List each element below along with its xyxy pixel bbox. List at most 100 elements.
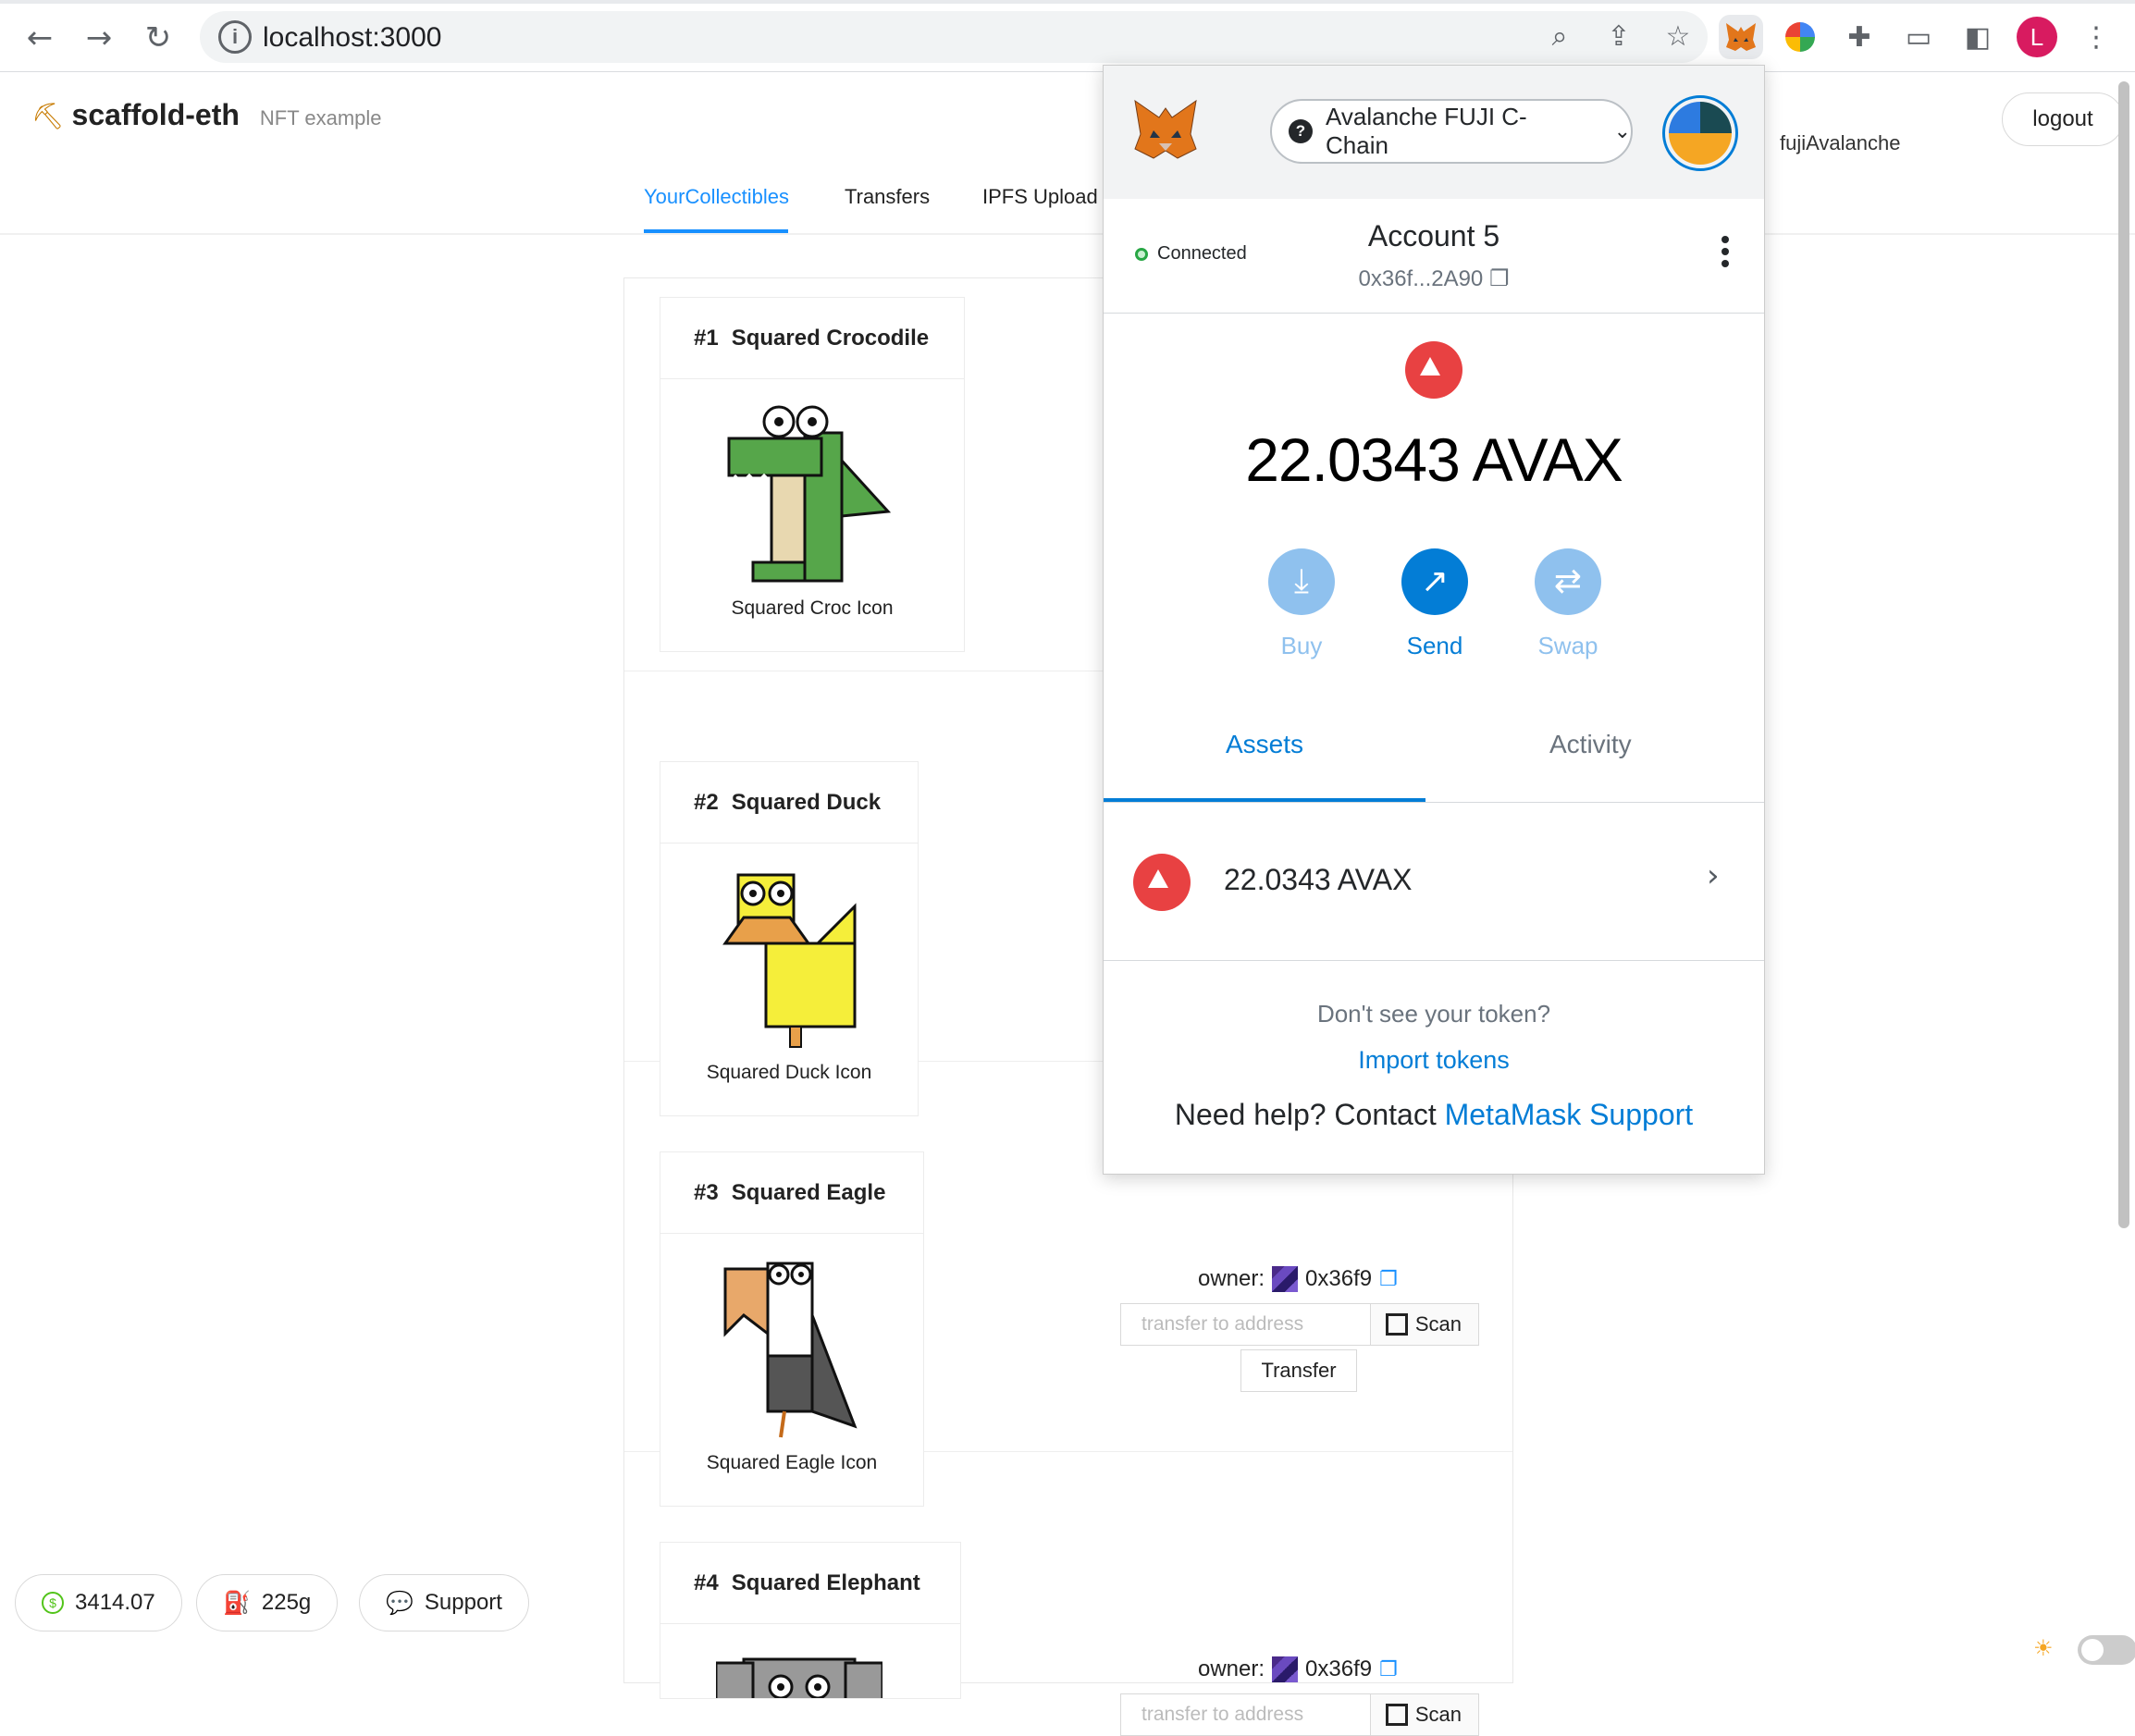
chrome-menu-icon[interactable]: ⋮ xyxy=(2074,15,2118,59)
metamask-support-link[interactable]: MetaMask Support xyxy=(1445,1098,1694,1131)
swap-button[interactable]: ⇄ Swap xyxy=(1535,548,1601,660)
eagle-image xyxy=(723,1262,858,1438)
gas-price: 225g xyxy=(261,1590,312,1615)
collectible-card: #2 Squared Duck Squared Duck Icon xyxy=(660,761,919,1116)
card-caption: Squared Duck Icon xyxy=(706,1062,872,1083)
zoom-icon[interactable]: ⌕ xyxy=(1541,18,1578,55)
scan-button[interactable]: Scan xyxy=(1370,1303,1479,1346)
swap-icon: ⇄ xyxy=(1535,548,1601,615)
download-icon: ⤓ xyxy=(1268,548,1335,615)
tab-ipfs-upload[interactable]: IPFS Upload xyxy=(982,185,1098,209)
toggle-knob xyxy=(2081,1639,2104,1661)
account-address[interactable]: 0x36f...2A90 ❐ xyxy=(1104,265,1764,292)
avax-token-icon xyxy=(1133,854,1191,911)
transfer-button[interactable]: Transfer xyxy=(1240,1349,1357,1392)
crocodile-image xyxy=(727,405,892,583)
tab-activity[interactable]: Activity xyxy=(1549,730,1632,759)
network-selector[interactable]: ? Avalanche FUJI C-Chain ⌄ xyxy=(1270,99,1633,164)
card-number: #1 xyxy=(694,325,719,351)
card-title: #3 Squared Eagle xyxy=(660,1152,923,1234)
tab-bar-divider xyxy=(1104,802,1764,803)
account-avatar[interactable] xyxy=(1662,95,1738,171)
help-text: Need help? Contact MetaMask Support xyxy=(1104,1098,1764,1132)
account-name[interactable]: Account 5 xyxy=(1104,219,1764,253)
card-image: Squared Croc Icon xyxy=(660,379,964,657)
page-scrollbar[interactable] xyxy=(2118,81,2129,1228)
reload-icon[interactable]: ↻ xyxy=(135,15,181,61)
back-icon[interactable]: ← xyxy=(17,15,63,61)
brand-name: scaffold-eth xyxy=(71,98,240,131)
extensions-puzzle-icon[interactable]: ✚ xyxy=(1837,15,1882,59)
card-caption: Squared Eagle Icon xyxy=(706,1452,878,1473)
owner-info: owner: 0x36f9 ❐ xyxy=(1198,1266,1398,1292)
crane-icon: ⛏ xyxy=(31,102,65,130)
tab-transfers[interactable]: Transfers xyxy=(845,185,930,209)
metamask-header: ? Avalanche FUJI C-Chain ⌄ xyxy=(1104,66,1764,199)
collectible-card: #3 Squared Eagle Squared Eagle Icon xyxy=(660,1151,924,1507)
network-name: Avalanche FUJI C-Chain xyxy=(1326,103,1527,159)
fuel-pump-icon: ⛽ xyxy=(223,1590,251,1616)
chevron-right-icon: › xyxy=(1707,857,1720,894)
owner-address[interactable]: 0x36f9 xyxy=(1305,1656,1372,1682)
colorful-extension-icon[interactable] xyxy=(1778,15,1822,59)
asset-amount: 22.0343 AVAX xyxy=(1224,863,1413,896)
chevron-down-icon: ⌄ xyxy=(1613,119,1632,143)
network-question-icon: ? xyxy=(1289,119,1313,143)
account-address-text: 0x36f...2A90 xyxy=(1358,266,1484,291)
copy-icon[interactable]: ❐ xyxy=(1489,265,1510,291)
transfer-address-input[interactable]: transfer to address xyxy=(1120,1693,1370,1736)
browser-toolbar: ← → ↻ i localhost:3000 ⌕ ⇪ ☆ ✚ ▭ ◧ L ⋮ xyxy=(0,0,2135,72)
network-account-label: fujiAvalanche xyxy=(1780,131,1901,154)
logout-button[interactable]: logout xyxy=(2002,92,2124,146)
asset-list-item[interactable]: 22.0343 AVAX › xyxy=(1104,806,1764,961)
url-text[interactable]: localhost:3000 xyxy=(263,22,441,54)
dont-see-token-text: Don't see your token? xyxy=(1316,1000,1551,1028)
metamask-fox-icon xyxy=(1134,99,1197,159)
gas-price-pill[interactable]: ⛽ 225g xyxy=(196,1574,339,1631)
card-number: #4 xyxy=(694,1570,719,1595)
card-image xyxy=(660,1624,960,1698)
card-title: #1 Squared Crocodile xyxy=(660,298,964,379)
balance-display: 22.0343 AVAX xyxy=(1245,425,1623,494)
copy-icon[interactable]: ❐ xyxy=(1379,1267,1398,1291)
transfer-address-input[interactable]: transfer to address xyxy=(1120,1303,1370,1346)
cast-icon[interactable]: ▭ xyxy=(1896,15,1941,59)
owner-address[interactable]: 0x36f9 xyxy=(1305,1266,1372,1292)
send-label: Send xyxy=(1406,632,1463,659)
profile-avatar[interactable]: L xyxy=(2017,17,2057,57)
owner-info: owner: 0x36f9 ❐ xyxy=(1198,1656,1398,1682)
chat-bubble-icon: 💬 xyxy=(386,1590,413,1616)
metamask-extension-icon[interactable] xyxy=(1719,15,1763,59)
address-bar[interactable]: i localhost:3000 ⌕ ⇪ ☆ xyxy=(200,11,1708,63)
sun-icon: ☀ xyxy=(2033,1635,2054,1661)
copy-icon[interactable]: ❐ xyxy=(1379,1657,1398,1681)
site-info-icon[interactable]: i xyxy=(218,20,252,54)
dapp-page: ⛏ scaffold-eth NFT example fujiAvalanche… xyxy=(0,72,2135,1736)
owner-label: owner: xyxy=(1198,1266,1265,1291)
owner-blockie xyxy=(1272,1266,1299,1292)
scan-label: Scan xyxy=(1414,1312,1462,1336)
tab-assets[interactable]: Assets xyxy=(1226,730,1303,759)
theme-toggle[interactable] xyxy=(2078,1635,2135,1665)
account-options-icon[interactable] xyxy=(1722,236,1731,273)
account-bar: Connected Account 5 0x36f...2A90 ❐ xyxy=(1104,199,1764,314)
support-button[interactable]: 💬 Support xyxy=(359,1574,529,1631)
forward-icon[interactable]: → xyxy=(76,15,122,61)
buy-label: Buy xyxy=(1280,632,1323,659)
bookmark-star-icon[interactable]: ☆ xyxy=(1660,18,1697,55)
eth-price-pill[interactable]: $ 3414.07 xyxy=(15,1574,182,1631)
scan-button[interactable]: Scan xyxy=(1370,1693,1479,1736)
side-panel-icon[interactable]: ◧ xyxy=(1956,15,2000,59)
send-button[interactable]: ↗ Send xyxy=(1401,548,1468,660)
brand[interactable]: ⛏ scaffold-eth NFT example xyxy=(31,98,382,132)
share-icon[interactable]: ⇪ xyxy=(1600,18,1637,55)
arrow-up-right-icon: ↗ xyxy=(1401,548,1468,615)
tab-strip-edge xyxy=(0,0,2135,4)
tab-yourcollectibles[interactable]: YourCollectibles xyxy=(644,185,789,209)
buy-button[interactable]: ⤓ Buy xyxy=(1268,548,1335,660)
import-tokens-link[interactable]: Import tokens xyxy=(1104,1046,1764,1075)
card-name: Squared Elephant xyxy=(731,1570,920,1595)
card-name: Squared Crocodile xyxy=(731,325,930,351)
avax-token-icon xyxy=(1405,341,1462,399)
card-name: Squared Eagle xyxy=(731,1179,886,1205)
